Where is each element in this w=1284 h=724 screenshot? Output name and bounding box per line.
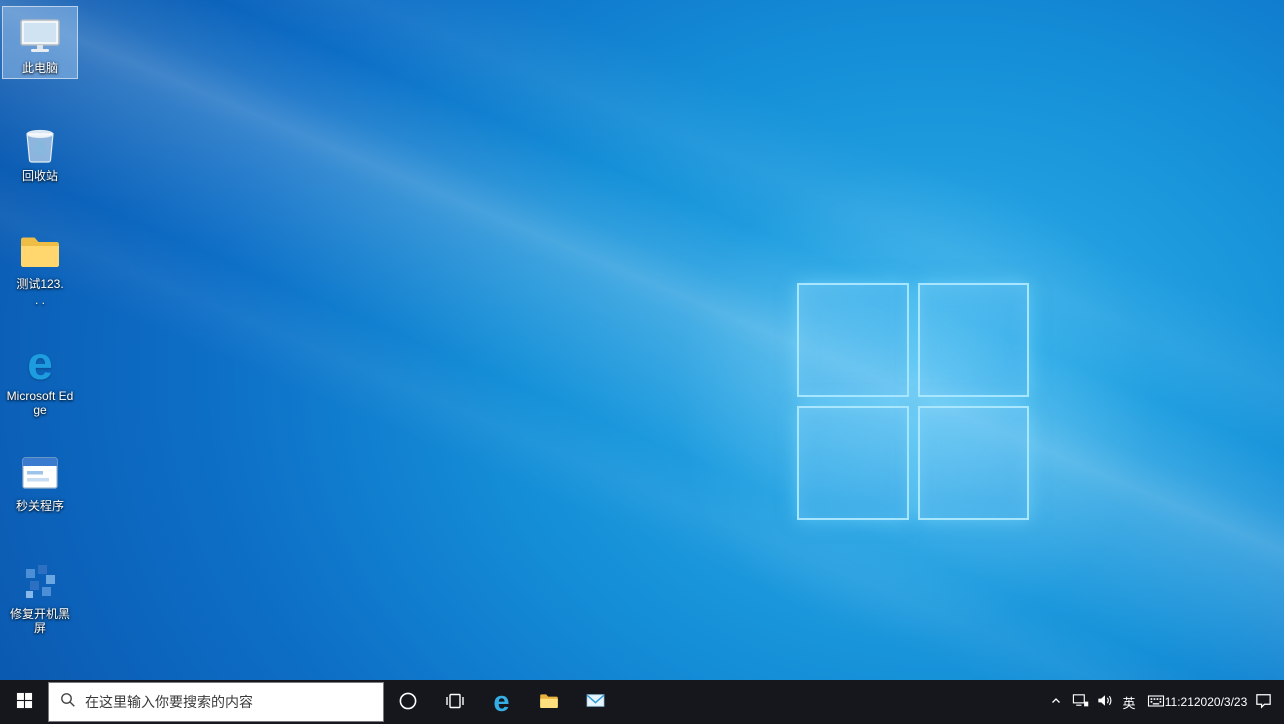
desktop-icon-label: 此电脑 xyxy=(22,61,58,75)
windows-logo-pane xyxy=(797,406,909,520)
chevron-up-icon xyxy=(1050,695,1062,710)
search-icon xyxy=(60,692,76,713)
taskbar: e xyxy=(0,680,1284,724)
taskbar-search-box[interactable] xyxy=(48,682,384,722)
start-button[interactable] xyxy=(0,680,48,724)
blue-blocks-icon xyxy=(16,557,64,605)
file-explorer-icon xyxy=(538,690,560,715)
desktop-icon-quick-close-app[interactable]: 秒关程序 xyxy=(2,444,78,517)
hidden-icons-button[interactable] xyxy=(1044,680,1068,724)
mail-icon xyxy=(585,690,606,714)
desktop-icon-label: 回收站 xyxy=(22,169,58,183)
windows-logo-wallpaper xyxy=(797,283,1029,520)
cortana-circle-icon xyxy=(398,691,418,714)
desktop-icon-microsoft-edge[interactable]: e Microsoft Edge xyxy=(2,334,78,421)
windows-logo-pane xyxy=(797,283,909,397)
windows-logo-pane xyxy=(918,406,1030,520)
edge-icon: e xyxy=(16,339,64,387)
task-view-icon xyxy=(445,691,465,714)
desktop-icon-label: 秒关程序 xyxy=(16,499,64,513)
ethernet-network-icon xyxy=(1072,692,1089,712)
desktop-icon-this-pc[interactable]: 此电脑 xyxy=(2,6,78,79)
system-tray: 英 11:21 2020/3/23 xyxy=(1044,680,1284,724)
folder-icon xyxy=(16,227,64,275)
clock-time: 11:21 xyxy=(1165,695,1194,710)
windows-logo-pane xyxy=(918,283,1030,397)
wallpaper-light-rays xyxy=(0,0,1284,680)
file-explorer-button[interactable] xyxy=(525,680,572,724)
speaker-icon xyxy=(1096,692,1113,712)
windows-desktop-screen: 此电脑 回收站 测试123. . . xyxy=(0,0,1284,724)
action-center-button[interactable] xyxy=(1242,680,1284,724)
desktop-icon-fix-black-screen[interactable]: 修复开机黑屏 xyxy=(2,552,78,639)
touch-keyboard-icon xyxy=(1147,692,1165,713)
network-button[interactable] xyxy=(1068,680,1092,724)
ime-language-button[interactable]: 英 xyxy=(1116,680,1142,724)
desktop-icon-label: Microsoft Edge xyxy=(5,389,75,417)
mail-button[interactable] xyxy=(572,680,619,724)
desktop-icon-label-overflow: . . xyxy=(35,293,45,307)
taskbar-clock[interactable]: 11:21 2020/3/23 xyxy=(1170,680,1242,724)
edge-e-glyph: e xyxy=(27,340,53,386)
edge-icon: e xyxy=(493,688,509,717)
desktop-wallpaper[interactable]: 此电脑 回收站 测试123. . . xyxy=(0,0,1284,680)
cortana-button[interactable] xyxy=(384,680,431,724)
desktop-icon-test-folder[interactable]: 测试123. . . xyxy=(2,222,78,311)
desktop-icon-recycle-bin[interactable]: 回收站 xyxy=(2,114,78,187)
desktop-icon-label: 测试123. xyxy=(16,277,63,291)
edge-taskbar-button[interactable]: e xyxy=(478,680,525,724)
this-pc-icon xyxy=(16,11,64,59)
action-center-icon xyxy=(1254,691,1273,713)
windows-logo-icon xyxy=(16,692,33,712)
task-view-button[interactable] xyxy=(431,680,478,724)
volume-button[interactable] xyxy=(1092,680,1116,724)
clock-date: 2020/3/23 xyxy=(1194,695,1247,710)
search-input[interactable] xyxy=(85,694,372,710)
desktop-icon-label: 修复开机黑屏 xyxy=(5,607,75,635)
recycle-bin-icon xyxy=(16,119,64,167)
app-window-icon xyxy=(16,449,64,497)
